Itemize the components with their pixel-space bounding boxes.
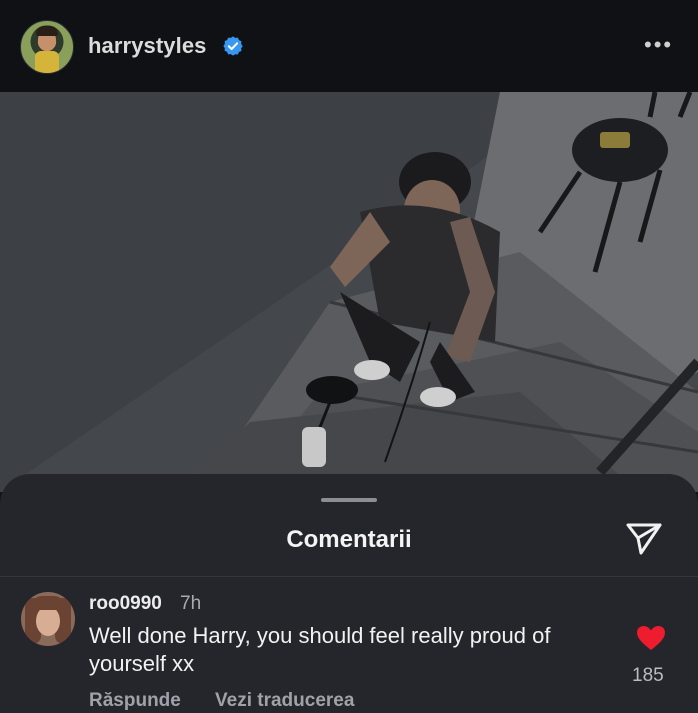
reply-button[interactable]: Răspunde xyxy=(89,690,181,712)
post-header: harrystyles ••• xyxy=(0,0,698,92)
profile-avatar[interactable] xyxy=(20,20,74,74)
sheet-grabber[interactable] xyxy=(321,498,377,502)
post-photo[interactable] xyxy=(0,92,698,492)
post-username[interactable]: harrystyles xyxy=(88,33,207,59)
comments-title: Comentarii xyxy=(286,526,412,553)
verified-badge-icon xyxy=(223,36,243,56)
more-options-icon[interactable]: ••• xyxy=(644,34,673,56)
like-count: 185 xyxy=(632,665,664,686)
heart-icon[interactable] xyxy=(636,625,666,651)
sheet-divider xyxy=(0,576,698,577)
comment-username[interactable]: roo0990 xyxy=(89,593,162,615)
comment-text: Well done Harry, you should feel really … xyxy=(89,623,551,676)
see-translation-button[interactable]: Vezi traducerea xyxy=(215,690,354,712)
share-icon[interactable] xyxy=(624,521,664,557)
comment-time: 7h xyxy=(180,593,202,614)
commenter-avatar[interactable] xyxy=(21,592,75,646)
